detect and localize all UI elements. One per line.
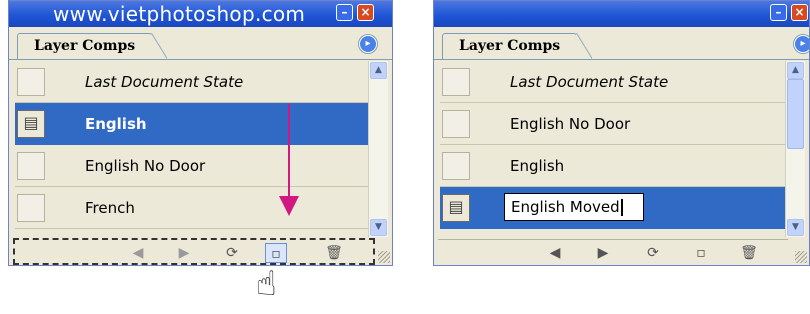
update-comp-icon[interactable]: ⟳ xyxy=(642,243,664,263)
layer-comp-applied-icon[interactable]: ▤ xyxy=(17,110,45,138)
comp-name: French xyxy=(85,199,135,217)
minimize-icon[interactable]: – xyxy=(770,4,787,21)
tab-strip: Layer Comps ▸ xyxy=(9,27,392,60)
panel-toolbar: ◀ ▶ ⟳ ▫ 🗑 xyxy=(438,239,788,265)
scroll-up-icon[interactable]: ▲ xyxy=(787,62,804,79)
palette-menu-icon[interactable]: ▸ xyxy=(359,35,377,53)
trash-icon[interactable]: 🗑 xyxy=(323,243,345,263)
close-icon[interactable]: × xyxy=(357,4,374,21)
scroll-down-icon[interactable]: ▼ xyxy=(370,219,387,236)
comp-name: Last Document State xyxy=(85,73,244,91)
vertical-scrollbar[interactable]: ▲ ▼ xyxy=(785,61,805,237)
list-item[interactable]: English No Door xyxy=(440,103,792,145)
scroll-up-icon[interactable]: ▲ xyxy=(370,62,387,79)
apply-comp-box[interactable] xyxy=(442,68,470,96)
drag-arrow-head xyxy=(279,196,299,216)
apply-comp-box[interactable] xyxy=(442,152,470,180)
tab-layer-comps[interactable]: Layer Comps xyxy=(442,33,593,59)
comp-name: Last Document State xyxy=(510,73,669,91)
resize-grip-icon[interactable] xyxy=(378,251,390,263)
drag-arrow-line xyxy=(288,104,290,200)
list-item-selected[interactable]: ▤ English Moved xyxy=(440,187,792,229)
text-caret xyxy=(620,199,623,216)
comp-name: English xyxy=(510,157,565,175)
layer-comps-panel-after: – × Layer Comps ▸ Last Document State En… xyxy=(433,0,810,266)
comp-name: English No Door xyxy=(85,157,206,175)
list-item[interactable]: Last Document State xyxy=(440,61,792,103)
create-new-comp-icon[interactable]: ▫ xyxy=(690,243,712,263)
comp-name: English xyxy=(85,115,147,133)
list-item[interactable]: English xyxy=(440,145,792,187)
resize-grip-icon[interactable] xyxy=(795,251,807,263)
layer-comps-panel-before: www.vietphotoshop.com – × Layer Comps ▸ … xyxy=(8,0,393,266)
create-new-comp-icon[interactable]: ▫ xyxy=(265,243,287,263)
hand-pointer-icon: ☝ xyxy=(256,264,277,304)
layer-comps-list: Last Document State English No Door Engl… xyxy=(440,61,792,231)
list-item[interactable]: English No Door xyxy=(15,145,375,187)
list-item[interactable]: French xyxy=(15,187,375,229)
close-icon[interactable]: × xyxy=(791,4,808,21)
list-item[interactable]: Last Document State xyxy=(15,61,375,103)
scroll-down-icon[interactable]: ▼ xyxy=(787,219,804,236)
rename-input-value: English Moved xyxy=(511,198,620,216)
layer-comps-list: Last Document State ▤ English English No… xyxy=(15,61,375,231)
minimize-icon[interactable]: – xyxy=(336,4,353,21)
palette-menu-icon[interactable]: ▸ xyxy=(794,35,809,53)
apply-comp-box[interactable] xyxy=(442,110,470,138)
panel-toolbar: ◀ ▶ ⟳ ▫ 🗑 xyxy=(13,238,375,265)
previous-comp-icon[interactable]: ◀ xyxy=(544,243,566,263)
next-comp-icon[interactable]: ▶ xyxy=(592,243,614,263)
palette-titlebar[interactable]: www.vietphotoshop.com – × xyxy=(9,1,392,27)
vertical-scrollbar[interactable]: ▲ ▼ xyxy=(368,61,388,237)
palette-titlebar[interactable]: – × xyxy=(434,1,809,27)
comp-name: English No Door xyxy=(510,115,631,133)
apply-comp-box[interactable] xyxy=(17,68,45,96)
apply-comp-box[interactable] xyxy=(17,152,45,180)
tab-layer-comps[interactable]: Layer Comps xyxy=(17,33,168,59)
trash-icon[interactable]: 🗑 xyxy=(738,243,760,263)
watermark-text: www.vietphotoshop.com xyxy=(53,2,306,26)
previous-comp-icon[interactable]: ◀ xyxy=(127,243,149,263)
tab-strip: Layer Comps ▸ xyxy=(434,27,809,60)
list-item-selected[interactable]: ▤ English xyxy=(15,103,375,145)
scrollbar-thumb[interactable] xyxy=(787,79,804,149)
apply-comp-box[interactable] xyxy=(17,194,45,222)
layer-comp-applied-icon[interactable]: ▤ xyxy=(442,194,470,222)
rename-comp-input[interactable]: English Moved xyxy=(504,193,644,221)
update-comp-icon[interactable]: ⟳ xyxy=(221,243,243,263)
next-comp-icon[interactable]: ▶ xyxy=(173,243,195,263)
